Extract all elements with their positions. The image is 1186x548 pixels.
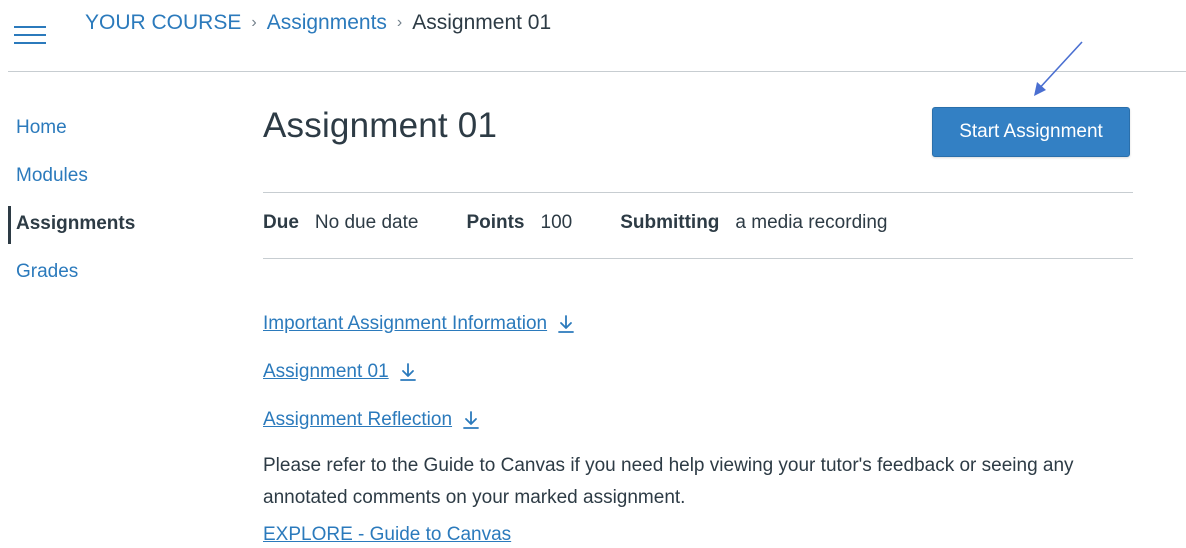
file-link-assignment-reflection[interactable]: Assignment Reflection: [263, 409, 452, 431]
menu-bar: [14, 34, 46, 36]
start-assignment-button[interactable]: Start Assignment: [932, 107, 1130, 157]
sidebar-item-grades[interactable]: Grades: [8, 254, 168, 302]
file-link-assignment-01[interactable]: Assignment 01: [263, 361, 389, 383]
explore-guide: EXPLORE - Guide to Canvas: [263, 524, 1133, 546]
due-value: No due date: [314, 212, 419, 233]
menu-bar: [14, 42, 46, 44]
breadcrumb-separator-icon: ›: [396, 14, 403, 31]
breadcrumb-course-link[interactable]: YOUR COURSE: [85, 11, 241, 35]
download-icon[interactable]: [399, 362, 417, 382]
menu-bar: [14, 26, 46, 28]
explore-guide-link[interactable]: EXPLORE - Guide to Canvas: [263, 524, 511, 545]
assignment-details: Due No due date Points 100 Submitting a …: [263, 212, 936, 234]
assignment-description: Important Assignment Information Assignm…: [263, 300, 1133, 546]
divider: [263, 192, 1133, 193]
file-link-important-info[interactable]: Important Assignment Information: [263, 313, 547, 335]
course-nav: Home Modules Assignments Grades: [8, 110, 168, 302]
breadcrumb: YOUR COURSE › Assignments › Assignment 0…: [85, 8, 551, 38]
points-value: 100: [540, 212, 573, 233]
breadcrumb-assignments-link[interactable]: Assignments: [267, 11, 387, 35]
hamburger-menu-icon[interactable]: [14, 26, 46, 48]
file-item: Assignment Reflection: [263, 396, 1133, 444]
file-item: Important Assignment Information: [263, 300, 1133, 348]
breadcrumb-current: Assignment 01: [412, 11, 552, 34]
header-divider: [8, 71, 1186, 72]
due-label: Due: [263, 212, 299, 233]
submitting-value: a media recording: [735, 212, 888, 233]
download-icon[interactable]: [462, 410, 480, 430]
file-item: Assignment 01: [263, 348, 1133, 396]
sidebar-item-home[interactable]: Home: [8, 110, 168, 158]
download-icon[interactable]: [557, 314, 575, 334]
submitting-label: Submitting: [620, 212, 720, 233]
sidebar-item-assignments[interactable]: Assignments: [8, 206, 168, 254]
help-text: Please refer to the Guide to Canvas if y…: [263, 455, 1074, 508]
assignment-page: YOUR COURSE › Assignments › Assignment 0…: [0, 0, 1186, 548]
divider: [263, 258, 1133, 259]
breadcrumb-separator-icon: ›: [251, 14, 257, 31]
points-label: Points: [466, 212, 525, 233]
annotation-arrow-icon: [1034, 41, 1083, 96]
page-title: Assignment 01: [263, 106, 498, 145]
sidebar-item-modules[interactable]: Modules: [8, 158, 168, 206]
